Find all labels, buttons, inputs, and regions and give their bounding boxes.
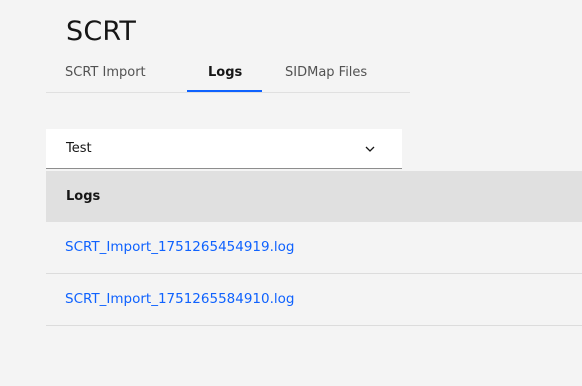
chevron-down-icon[interactable] (364, 143, 376, 155)
tab-logs[interactable]: Logs (186, 58, 263, 92)
table-row: SCRT_Import_1751265584910.log (46, 274, 582, 326)
log-file-link[interactable]: SCRT_Import_1751265584910.log (65, 274, 294, 325)
logs-table: Logs SCRT_Import_1751265454919.log SCRT_… (46, 171, 582, 326)
dropdown-selected-value: Test (66, 141, 92, 156)
tab-bar: SCRT Import Logs SIDMap Files (46, 58, 410, 93)
environment-dropdown[interactable]: Test (46, 129, 402, 169)
page-title: SCRT (66, 16, 137, 47)
log-file-link[interactable]: SCRT_Import_1751265454919.log (65, 222, 294, 273)
tab-sidmap-files[interactable]: SIDMap Files (285, 58, 367, 91)
table-row: SCRT_Import_1751265454919.log (46, 222, 582, 274)
table-header-logs: Logs (66, 189, 101, 204)
table-header: Logs (46, 171, 582, 222)
tab-scrt-import[interactable]: SCRT Import (65, 58, 146, 91)
